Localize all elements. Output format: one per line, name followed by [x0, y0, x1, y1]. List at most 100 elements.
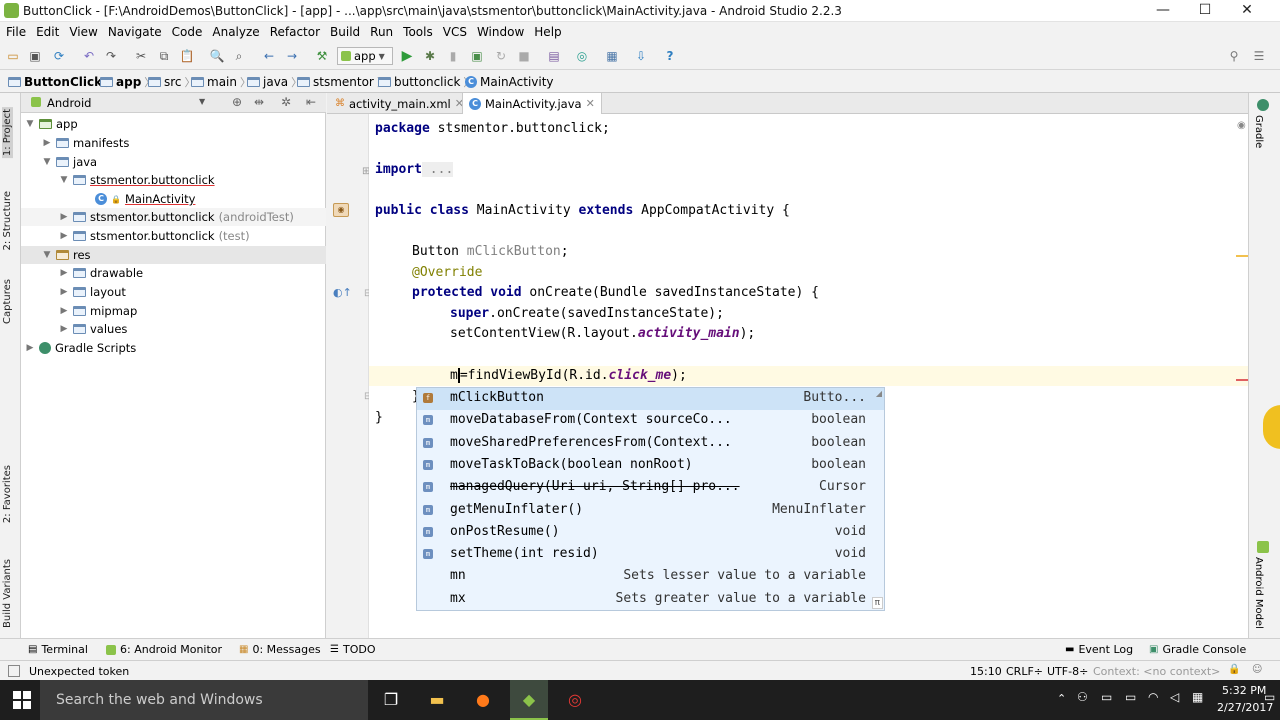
- gradle-tool-tab[interactable]: Gradle: [1253, 115, 1264, 148]
- chevron-up-icon[interactable]: ⌃: [1057, 692, 1066, 705]
- breadcrumb-app[interactable]: app〉: [100, 74, 155, 90]
- project-structure-icon[interactable]: ▦: [603, 47, 621, 65]
- settings-icon[interactable]: ☰: [1250, 47, 1268, 65]
- taskbar-search-input[interactable]: Search the web and Windows: [40, 680, 368, 720]
- gradle-console-tool-tab[interactable]: ▣ Gradle Console: [1149, 643, 1246, 656]
- forward-icon[interactable]: →: [283, 47, 301, 65]
- scroll-from-source-icon[interactable]: ⊕: [232, 95, 242, 109]
- android-monitor-tool-tab[interactable]: 6: Android Monitor: [106, 643, 222, 656]
- wifi-icon[interactable]: ◠: [1148, 690, 1158, 704]
- tree-item-res[interactable]: ▼ res: [21, 246, 326, 264]
- close-icon[interactable]: ✕: [586, 97, 595, 110]
- search-everywhere-icon[interactable]: ⚲: [1225, 47, 1243, 65]
- tab-activity-main-xml[interactable]: ⌘ activity_main.xml ✕: [329, 93, 470, 114]
- tree-item-manifests[interactable]: ▶ manifests: [21, 134, 326, 152]
- view-selector[interactable]: Android: [47, 96, 91, 110]
- completion-item[interactable]: m onPostResume() void: [417, 522, 884, 544]
- cut-icon[interactable]: ✂: [132, 47, 150, 65]
- breadcrumb-subpackage[interactable]: buttonclick〉: [378, 74, 474, 90]
- event-log-tool-tab[interactable]: ▬ Event Log: [1065, 643, 1133, 656]
- completion-item[interactable]: mn Sets lesser value to a variable: [417, 566, 884, 588]
- tree-item-mainactivity[interactable]: C 🔒 MainActivity: [21, 190, 326, 208]
- android-model-tool-tab[interactable]: Android Model: [1253, 557, 1264, 629]
- completion-footer-icon[interactable]: π: [871, 597, 883, 609]
- completion-item[interactable]: mx Sets greater value to a variable: [417, 589, 884, 611]
- menu-view[interactable]: View: [63, 22, 101, 39]
- collapse-all-icon[interactable]: ⇹: [254, 95, 264, 109]
- clock-time[interactable]: 5:32 PM: [1222, 684, 1266, 697]
- volume-icon[interactable]: ◁: [1170, 690, 1179, 704]
- tool-windows-toggle-icon[interactable]: [8, 665, 20, 677]
- completion-item[interactable]: m moveDatabaseFrom(Context sourceCo... boo…: [417, 410, 884, 432]
- breadcrumb-class[interactable]: C MainActivity: [465, 74, 554, 90]
- menu-vcs[interactable]: VCS: [437, 22, 471, 39]
- lock-icon[interactable]: 🔒: [1228, 664, 1240, 675]
- menu-analyze[interactable]: Analyze: [206, 22, 263, 39]
- sync-icon[interactable]: ⟳: [50, 47, 68, 65]
- rerun-icon[interactable]: ↻: [492, 47, 510, 65]
- cursor-position[interactable]: 15:10: [970, 665, 1002, 678]
- menu-navigate[interactable]: Navigate: [102, 22, 166, 39]
- close-button[interactable]: ✕: [1224, 0, 1270, 22]
- line-separator[interactable]: CRLF÷: [1006, 665, 1043, 678]
- tree-item-app[interactable]: ▼ app: [21, 115, 326, 133]
- completion-resize-icon[interactable]: ◢: [876, 389, 882, 398]
- keyboard-icon[interactable]: ▦: [1192, 690, 1203, 704]
- structure-tool-tab[interactable]: 2: Structure: [2, 191, 13, 250]
- terminal-tool-tab[interactable]: ▤ Terminal: [28, 643, 88, 656]
- paste-icon[interactable]: 📋: [178, 47, 196, 65]
- run-icon[interactable]: ▶: [398, 47, 416, 65]
- file-encoding[interactable]: UTF-8÷: [1047, 665, 1088, 678]
- battery-icon[interactable]: ▭: [1125, 690, 1136, 704]
- completion-item[interactable]: m setTheme(int resid) void: [417, 544, 884, 566]
- tree-item-layout[interactable]: ▶ layout: [21, 283, 326, 301]
- warning-marker[interactable]: [1236, 255, 1248, 257]
- help-icon[interactable]: ?: [661, 47, 679, 65]
- android-studio-taskbar-icon[interactable]: ◆: [510, 680, 548, 720]
- layout-preview-icon[interactable]: ◉: [333, 203, 349, 217]
- task-view-icon[interactable]: ❐: [378, 688, 404, 712]
- breadcrumb-package[interactable]: stsmentor〉: [297, 74, 388, 90]
- make-project-icon[interactable]: ⚒: [313, 47, 331, 65]
- project-tool-tab[interactable]: 1: Project: [2, 107, 13, 159]
- chevron-down-icon[interactable]: ▼: [199, 97, 205, 106]
- breadcrumb-src[interactable]: src〉: [148, 74, 196, 90]
- tree-item-values[interactable]: ▶ values: [21, 320, 326, 338]
- windows-start-icon[interactable]: [13, 691, 31, 709]
- network-icon[interactable]: ▭: [1101, 690, 1112, 704]
- find-icon[interactable]: 🔍: [208, 47, 226, 65]
- error-marker[interactable]: [1236, 379, 1248, 381]
- firefox-icon[interactable]: ●: [470, 688, 496, 712]
- notifications-icon[interactable]: ▭: [1264, 690, 1275, 704]
- save-icon[interactable]: ▣: [26, 47, 44, 65]
- open-folder-icon[interactable]: ▭: [4, 47, 22, 65]
- breadcrumb-main[interactable]: main 〉: [191, 74, 251, 90]
- tab-mainactivity-java[interactable]: C MainActivity.java ✕: [462, 93, 602, 114]
- tree-item-mipmap[interactable]: ▶ mipmap: [21, 302, 326, 320]
- menu-run[interactable]: Run: [364, 22, 397, 39]
- completion-item[interactable]: m moveTaskToBack(boolean nonRoot) boolean: [417, 455, 884, 477]
- screen-recorder-icon[interactable]: ◎: [562, 688, 588, 712]
- hide-panel-icon[interactable]: ⇤: [306, 95, 316, 109]
- back-icon[interactable]: ←: [260, 47, 278, 65]
- eye-icon[interactable]: ◉: [1237, 120, 1246, 131]
- menu-window[interactable]: Window: [471, 22, 528, 39]
- stop-icon[interactable]: ■: [515, 47, 533, 65]
- menu-refactor[interactable]: Refactor: [264, 22, 324, 39]
- override-marker-icon[interactable]: ◐↑: [333, 286, 352, 299]
- menu-tools[interactable]: Tools: [397, 22, 437, 39]
- breadcrumb-java[interactable]: java〉: [247, 74, 302, 90]
- file-explorer-icon[interactable]: ▬: [424, 688, 450, 712]
- gear-icon[interactable]: ✲: [281, 95, 291, 109]
- run-with-coverage-icon[interactable]: ▣: [468, 47, 486, 65]
- completion-item[interactable]: m getMenuInflater() MenuInflater: [417, 500, 884, 522]
- messages-tool-tab[interactable]: ▦ 0: Messages: [239, 643, 321, 656]
- completion-item[interactable]: f mClickButton Butto...: [417, 388, 884, 411]
- tree-item-drawable[interactable]: ▶ drawable: [21, 264, 326, 282]
- completion-item[interactable]: m managedQuery(Uri uri, String[] pro... Cu…: [417, 477, 884, 499]
- menu-edit[interactable]: Edit: [30, 22, 63, 39]
- attach-debugger-icon[interactable]: ▮: [444, 47, 462, 65]
- context-indicator[interactable]: Context: <no context>: [1093, 665, 1220, 678]
- minimize-button[interactable]: —: [1140, 0, 1186, 22]
- avd-manager-icon[interactable]: ▤: [545, 47, 563, 65]
